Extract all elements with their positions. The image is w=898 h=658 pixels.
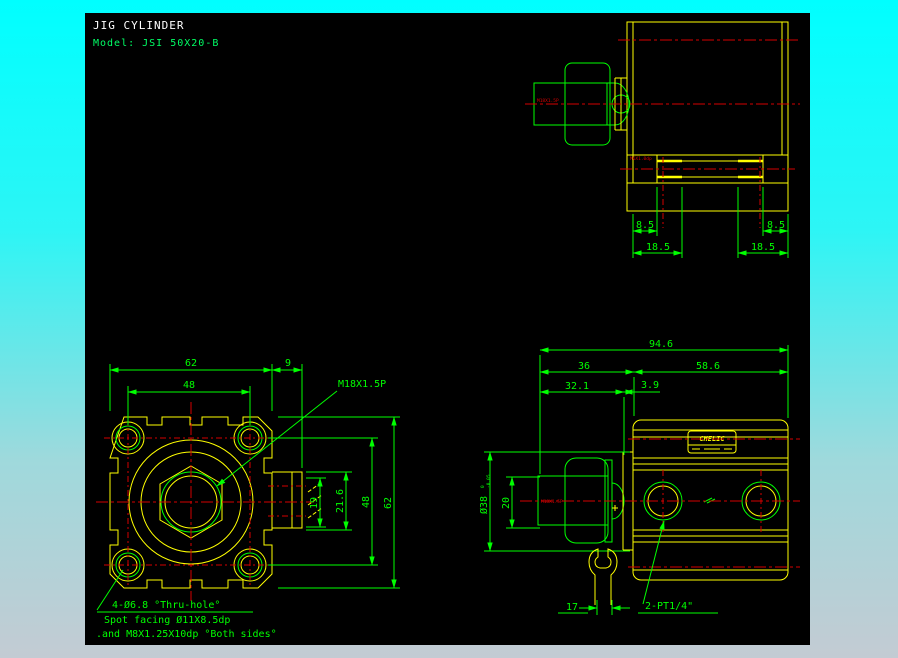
dim-front-width: 62 bbox=[185, 358, 197, 369]
dim-side-front: 36 bbox=[578, 361, 590, 372]
dim-front-boss-h: 21.6 bbox=[335, 489, 346, 513]
dim-right-offset: 8.5 bbox=[767, 220, 785, 231]
drawing-sheet bbox=[85, 13, 810, 645]
dim-left-offset: 8.5 bbox=[636, 220, 654, 231]
top-view-rod-thread-note: M18X1.5P bbox=[537, 98, 559, 104]
dim-wrench-flats: 17 bbox=[566, 602, 578, 613]
note-tap: .and M8X1.25X10dp °Both sides° bbox=[96, 629, 277, 640]
dim-rod-diameter: Ø38 bbox=[478, 496, 490, 514]
dim-front-port: 19 bbox=[309, 497, 320, 509]
dim-side-sub: 32.1 bbox=[565, 381, 589, 392]
drawing-title: JIG CYLINDER bbox=[93, 19, 184, 32]
note-spot-facing: Spot facing Ø11X8.5dp bbox=[104, 614, 230, 626]
dim-left-pitch: 18.5 bbox=[646, 242, 670, 253]
dim-front-bolt-pitch-h: 48 bbox=[183, 380, 195, 391]
dim-side-plate: 3.9 bbox=[641, 380, 659, 391]
dim-front-height: 62 bbox=[383, 497, 394, 509]
drawing-model: Model: JSI 50X20-B bbox=[93, 38, 219, 49]
dim-front-boss: 9 bbox=[285, 358, 291, 369]
dim-side-body: 58.6 bbox=[696, 361, 720, 372]
dim-right-pitch: 18.5 bbox=[751, 242, 775, 253]
dim-front-bolt-pitch-v: 48 bbox=[361, 496, 372, 508]
note-thru-hole: 4-Ø6.8 °Thru-hole° bbox=[112, 599, 220, 611]
top-view-slot-note: M6X1.0dp bbox=[630, 156, 652, 162]
dim-side-total: 94.6 bbox=[649, 339, 673, 350]
dim-rod-tol-lo: -0.05 bbox=[486, 474, 492, 488]
cad-drawing-canvas: JIG CYLINDER Model: JSI 50X20-B bbox=[0, 0, 898, 658]
dim-rod-tol-hi: 0 bbox=[480, 485, 486, 488]
port-size-label: 2-PT1/4" bbox=[645, 601, 693, 612]
dim-nut-width: 20 bbox=[501, 497, 512, 509]
desktop-background: JIG CYLINDER Model: JSI 50X20-B bbox=[0, 0, 898, 658]
side-view-rod-thread-note: M18X1.5P bbox=[541, 499, 563, 505]
thread-callout-label: M18X1.5P bbox=[338, 379, 386, 390]
